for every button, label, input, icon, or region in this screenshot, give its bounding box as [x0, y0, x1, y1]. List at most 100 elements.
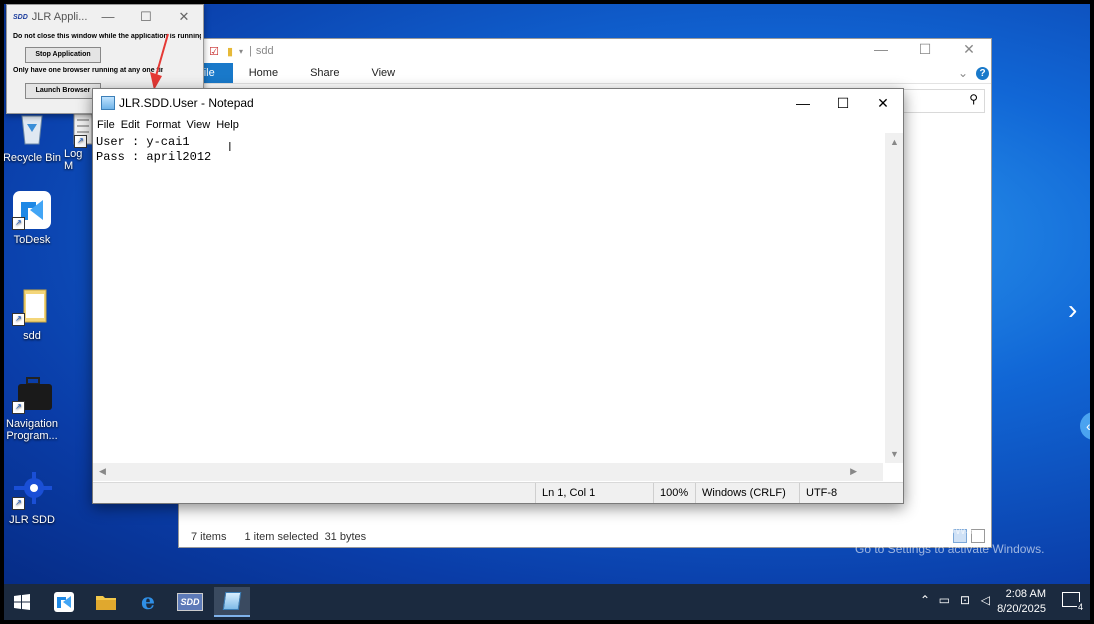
- desktop-icon-label: ToDesk: [13, 234, 51, 246]
- status-selection: 1 item selected 31 bytes: [244, 531, 367, 543]
- menu-view[interactable]: View: [187, 119, 211, 131]
- explorer-title: sdd: [255, 45, 274, 57]
- minimize-icon[interactable]: —: [89, 9, 127, 25]
- taskbar-clock[interactable]: 2:08 AM 8/20/2025: [997, 587, 1046, 617]
- desktop-icon-jlr-sdd[interactable]: ↗ JLR SDD: [4, 470, 64, 526]
- annotation-arrow: [150, 33, 169, 90]
- scroll-left-icon[interactable]: ◀: [99, 466, 106, 477]
- shortcut-arrow-icon: ↗: [12, 497, 25, 510]
- desktop-icon-todesk[interactable]: ↗ ToDesk: [4, 190, 64, 246]
- explorer-statusbar: 7 items 1 item selected 31 bytes: [191, 531, 366, 543]
- horizontal-scrollbar[interactable]: ◀ ▶: [93, 463, 883, 481]
- scroll-up-icon[interactable]: ▲: [890, 137, 899, 147]
- properties-icon[interactable]: ☑: [209, 45, 219, 58]
- desktop-icon-label: JLR SDD: [9, 514, 55, 526]
- notepad-icon: [101, 96, 115, 110]
- next-arrow-icon[interactable]: ›: [1068, 294, 1077, 326]
- new-folder-icon[interactable]: ▮: [227, 45, 233, 58]
- display-icon[interactable]: ⊡: [960, 593, 970, 607]
- shortcut-arrow-icon: ↗: [12, 217, 25, 230]
- close-icon[interactable]: ✕: [165, 9, 203, 25]
- clock-time: 2:08 AM: [1005, 588, 1046, 600]
- folder-icon: ↗: [12, 286, 52, 326]
- jlr-title: JLR Appli...: [31, 11, 88, 23]
- maximize-icon[interactable]: ☐: [903, 41, 947, 58]
- maximize-icon[interactable]: ☐: [823, 95, 863, 112]
- desktop-icon-log[interactable]: ↗ Log M: [52, 108, 92, 172]
- desktop-icon-label: Log M: [64, 148, 83, 172]
- sdd-logo: SDD: [13, 13, 28, 21]
- scroll-down-icon[interactable]: ▼: [890, 449, 899, 459]
- ribbon-expand-icon[interactable]: ⌄: [958, 66, 968, 80]
- activate-windows-subtitle: Go to Settings to activate Windows.: [855, 542, 1045, 556]
- minimize-icon[interactable]: —: [859, 41, 903, 58]
- taskbar-todesk[interactable]: [46, 587, 82, 617]
- recycle-bin-icon: [12, 108, 52, 148]
- activate-windows-title: Activate Windows: [855, 521, 974, 538]
- desktop-icon-label: sdd: [23, 330, 41, 342]
- network-icon[interactable]: ▭: [939, 593, 950, 607]
- desktop-icon-navigation-program[interactable]: ↗ Navigation Program...: [4, 374, 64, 442]
- volume-icon[interactable]: ◁: [981, 593, 990, 607]
- tab-share[interactable]: Share: [294, 63, 355, 83]
- notepad-statusbar: Ln 1, Col 1 100% Windows (CRLF) UTF-8: [93, 482, 903, 503]
- jlr-titlebar: SDD JLR Appli... — ☐ ✕: [7, 5, 203, 29]
- vertical-scrollbar[interactable]: ▲ ▼: [885, 133, 903, 463]
- chevron-down-icon[interactable]: ▾: [239, 47, 243, 56]
- tab-home[interactable]: Home: [233, 63, 294, 83]
- briefcase-icon: ↗: [12, 374, 52, 414]
- sdd-icon: SDD: [177, 593, 203, 611]
- file-explorer-icon: [96, 596, 116, 610]
- windows-logo-icon: [14, 594, 30, 610]
- log-icon: ↗: [52, 108, 92, 148]
- side-panel-toggle-icon[interactable]: ‹: [1080, 412, 1090, 440]
- status-cursor-position: Ln 1, Col 1: [535, 483, 658, 503]
- launch-browser-button[interactable]: Launch Browser: [25, 83, 101, 99]
- chevron-up-icon[interactable]: ⌃: [920, 593, 930, 607]
- menu-edit[interactable]: Edit: [121, 119, 140, 131]
- search-icon: ⚲: [969, 92, 978, 106]
- notepad-window[interactable]: JLR.SDD.User - Notepad — ☐ ✕ File Edit F…: [92, 88, 904, 504]
- taskbar-internet-explorer[interactable]: e: [130, 587, 166, 617]
- notepad-title: JLR.SDD.User - Notepad: [119, 96, 254, 110]
- notification-center-icon[interactable]: 4: [1062, 592, 1084, 612]
- notepad-text-area[interactable]: User : y-cai1 Pass : april2012: [93, 133, 889, 467]
- status-encoding: UTF-8: [799, 483, 886, 503]
- notepad-menubar: File Edit Format View Help: [93, 117, 903, 133]
- todesk-icon: ↗: [12, 190, 52, 230]
- notification-count-badge: 4: [1076, 602, 1084, 612]
- tab-view[interactable]: View: [355, 63, 411, 83]
- close-icon[interactable]: ✕: [947, 41, 991, 58]
- shortcut-arrow-icon: ↗: [12, 313, 25, 326]
- taskbar: e SDD ⌃ ▭ ⊡ ◁ 2:08 AM 8/20/2025 4: [4, 584, 1090, 620]
- internet-explorer-icon: e: [141, 589, 155, 615]
- status-line-ending: Windows (CRLF): [695, 483, 798, 503]
- notepad-icon: [222, 592, 242, 610]
- start-button[interactable]: [4, 587, 40, 617]
- help-icon[interactable]: ?: [976, 66, 989, 80]
- stop-application-button[interactable]: Stop Application: [25, 47, 101, 63]
- desktop-icon-label: Navigation Program...: [6, 418, 58, 442]
- clock-date: 8/20/2025: [997, 603, 1046, 615]
- notepad-titlebar: JLR.SDD.User - Notepad — ☐ ✕: [93, 89, 903, 117]
- text-cursor-icon: I: [228, 139, 232, 154]
- status-zoom: 100%: [653, 483, 698, 503]
- menu-format[interactable]: Format: [146, 119, 181, 131]
- taskbar-sdd[interactable]: SDD: [172, 587, 208, 617]
- shortcut-arrow-icon: ↗: [74, 135, 87, 148]
- close-icon[interactable]: ✕: [863, 95, 903, 112]
- taskbar-file-explorer[interactable]: [88, 587, 124, 617]
- menu-help[interactable]: Help: [216, 119, 239, 131]
- maximize-icon[interactable]: ☐: [127, 9, 165, 25]
- jlr-sdd-icon: ↗: [12, 470, 52, 510]
- taskbar-notepad[interactable]: [214, 587, 250, 617]
- desktop: Recycle Bin ↗ Log M ↗ ToDesk ↗ sdd ↗ Nav…: [4, 4, 1090, 584]
- shortcut-arrow-icon: ↗: [12, 401, 25, 414]
- status-item-count: 7 items: [191, 531, 227, 543]
- desktop-icon-sdd-folder[interactable]: ↗ sdd: [4, 286, 64, 342]
- menu-file[interactable]: File: [97, 119, 115, 131]
- jlr-warning-browser: Only have one browser running at any one…: [13, 67, 163, 74]
- todesk-icon: [54, 592, 74, 612]
- minimize-icon[interactable]: —: [783, 95, 823, 112]
- scroll-right-icon[interactable]: ▶: [850, 466, 857, 477]
